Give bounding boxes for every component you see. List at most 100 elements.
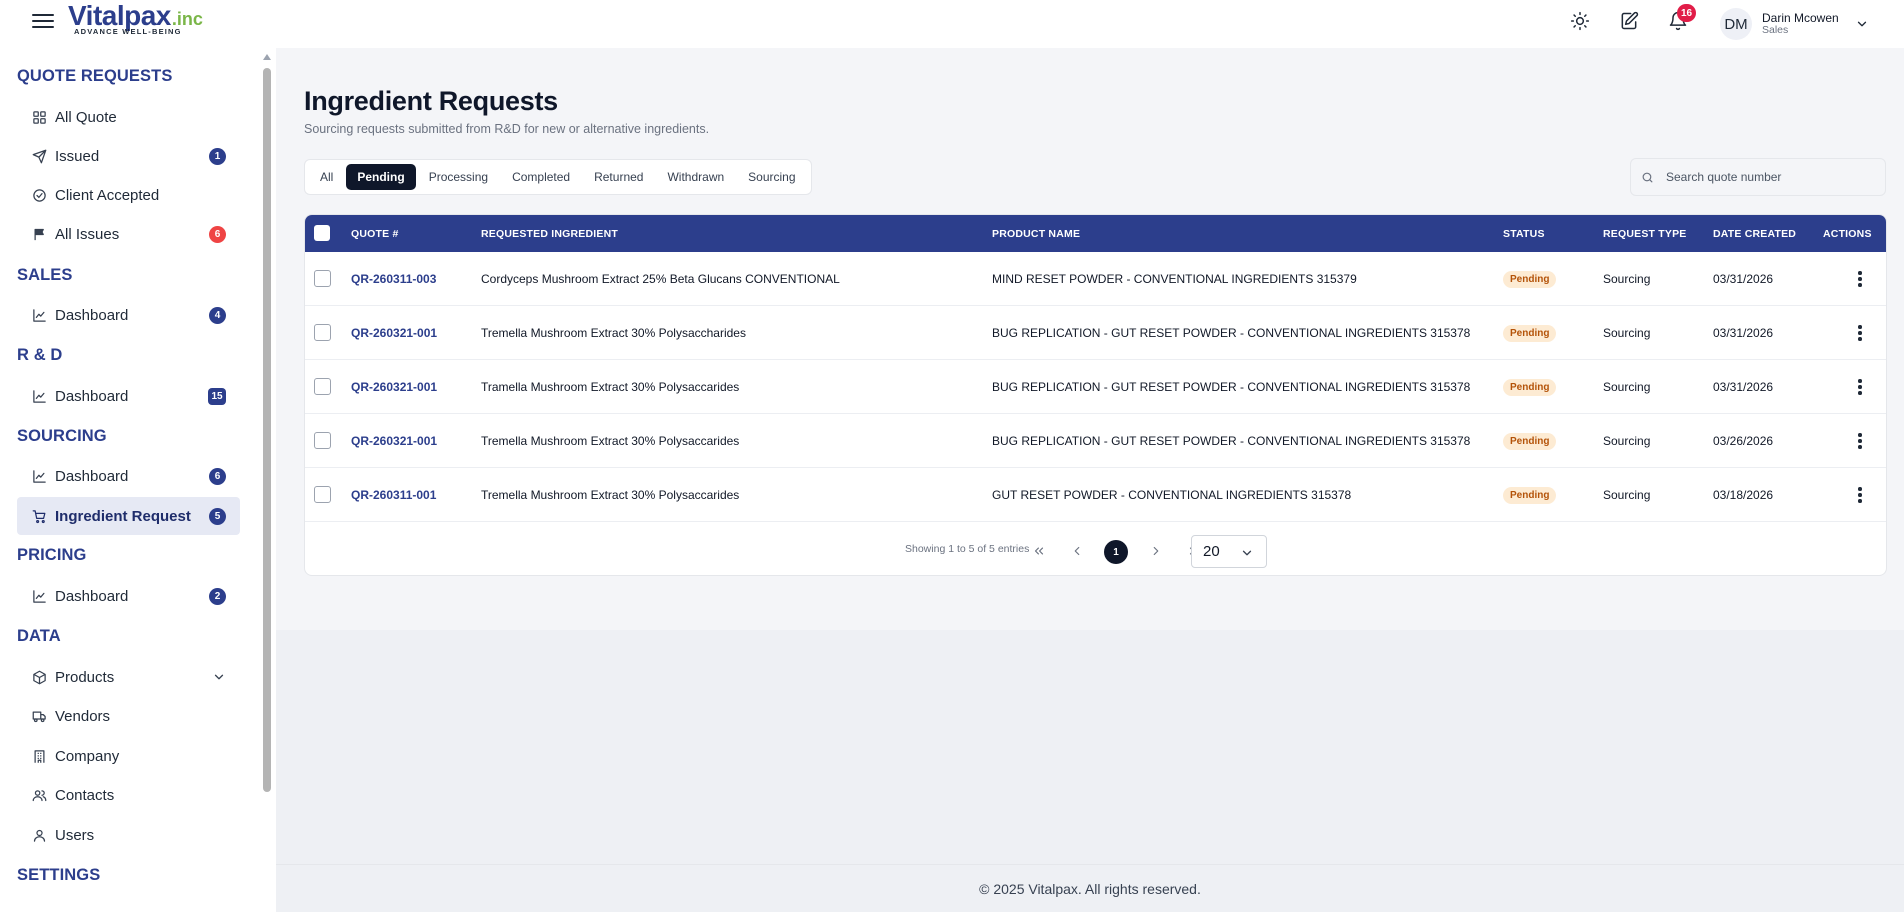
table-row[interactable]: QR-260321-001 Tremella Mushroom Extract … (305, 306, 1886, 360)
col-ingredient[interactable]: REQUESTED INGREDIENT (481, 215, 618, 252)
tab-pending[interactable]: Pending (346, 164, 416, 190)
sidebar-item-ingredient-request[interactable]: Ingredient Request 5 (17, 497, 240, 535)
sidebar-item-sales-dashboard[interactable]: Dashboard 4 (17, 296, 240, 334)
table-row[interactable]: QR-260321-001 Tramella Mushroom Extract … (305, 360, 1886, 414)
col-date-created[interactable]: DATE CREATED (1713, 215, 1796, 252)
quote-link[interactable]: QR-260321-001 (351, 434, 437, 448)
sidebar-item-users[interactable]: Users (17, 816, 240, 854)
row-checkbox[interactable] (314, 378, 331, 395)
table-row[interactable]: QR-260311-003 Cordyceps Mushroom Extract… (305, 252, 1886, 306)
logo[interactable]: Vitalpax.inc ADVANCE WELL-BEING (68, 2, 203, 36)
sidebar-item-contacts[interactable]: Contacts (17, 776, 240, 814)
date-cell: 03/31/2026 (1713, 272, 1774, 286)
page-size-select[interactable]: 20 (1191, 535, 1267, 568)
tab-withdrawn[interactable]: Withdrawn (656, 164, 735, 190)
grid-icon (31, 109, 47, 125)
quote-link[interactable]: QR-260311-001 (351, 488, 436, 502)
tab-processing[interactable]: Processing (418, 164, 499, 190)
menu-icon[interactable] (32, 10, 54, 32)
col-status[interactable]: STATUS (1503, 215, 1545, 252)
section-sales: SALES (17, 266, 73, 284)
sidebar-scrollbar[interactable] (263, 54, 272, 794)
previous-page-icon[interactable] (1069, 543, 1085, 559)
sidebar-item-all-issues[interactable]: All Issues 6 (17, 215, 240, 253)
row-checkbox[interactable] (314, 432, 331, 449)
copyright-text: © 2025 Vitalpax. All rights reserved. (979, 880, 1201, 897)
col-quote[interactable]: QUOTE # (351, 215, 399, 252)
row-checkbox[interactable] (314, 270, 331, 287)
table-header: QUOTE # REQUESTED INGREDIENT PRODUCT NAM… (305, 215, 1886, 252)
page-button-current[interactable]: 1 (1104, 540, 1128, 564)
row-checkbox[interactable] (314, 324, 331, 341)
edit-note-icon[interactable] (1618, 10, 1640, 32)
tab-completed[interactable]: Completed (501, 164, 581, 190)
scroll-up-arrow-icon[interactable] (263, 54, 271, 60)
col-actions: ACTIONS (1823, 227, 1872, 240)
cart-icon (31, 508, 47, 524)
chevron-down-icon[interactable] (212, 670, 226, 684)
more-actions-icon[interactable] (1852, 433, 1868, 449)
sidebar-item-label: Contacts (55, 786, 115, 804)
scroll-thumb[interactable] (263, 68, 271, 792)
sidebar: QUOTE REQUESTS All Quote Issued 1 Client… (0, 48, 276, 912)
request-type-cell: Sourcing (1603, 272, 1651, 286)
count-badge: 4 (209, 307, 226, 324)
more-actions-icon[interactable] (1852, 325, 1868, 341)
ingredient-cell: Cordyceps Mushroom Extract 25% Beta Gluc… (481, 272, 840, 286)
more-actions-icon[interactable] (1852, 379, 1868, 395)
search-icon (1642, 172, 1653, 182)
tab-returned[interactable]: Returned (583, 164, 654, 190)
sidebar-item-all-quote[interactable]: All Quote (17, 98, 240, 136)
quote-link[interactable]: QR-260321-001 (351, 380, 437, 394)
tab-sourcing[interactable]: Sourcing (737, 164, 806, 190)
more-actions-icon[interactable] (1852, 271, 1868, 287)
select-all-checkbox[interactable] (314, 225, 330, 241)
section-quote-requests: QUOTE REQUESTS (17, 67, 173, 85)
sidebar-item-products[interactable]: Products (17, 658, 240, 696)
product-cell: BUG REPLICATION - GUT RESET POWDER - CON… (992, 380, 1471, 394)
chevron-down-icon (1857, 21, 1866, 27)
sidebar-item-vendors[interactable]: Vendors (17, 697, 240, 735)
quote-link[interactable]: QR-260321-001 (351, 326, 437, 340)
col-request-type[interactable]: REQUEST TYPE (1603, 215, 1687, 252)
product-cell: GUT RESET POWDER - CONVENTIONAL INGREDIE… (992, 488, 1352, 502)
page-size-value: 20 (1203, 543, 1220, 560)
sidebar-item-label: Dashboard (55, 387, 129, 405)
sidebar-item-company[interactable]: Company (17, 737, 240, 775)
first-page-icon[interactable] (1031, 543, 1047, 559)
user-menu[interactable]: DM Darin Mcowen Sales (1720, 4, 1869, 44)
count-badge: 2 (209, 588, 226, 605)
row-checkbox[interactable] (314, 486, 331, 503)
theme-toggle-sun-icon[interactable] (1569, 10, 1591, 32)
date-cell: 03/18/2026 (1713, 488, 1774, 502)
sidebar-item-label: All Quote (55, 108, 117, 126)
send-icon (31, 148, 47, 164)
avatar: DM (1720, 8, 1752, 40)
search-input[interactable] (1666, 170, 1866, 184)
bell-icon[interactable]: 16 (1667, 4, 1697, 32)
table-row[interactable]: QR-260321-001 Tremella Mushroom Extract … (305, 414, 1886, 468)
table-row[interactable]: QR-260311-001 Tremella Mushroom Extract … (305, 468, 1886, 522)
more-actions-icon[interactable] (1852, 487, 1868, 503)
sidebar-item-label: Users (55, 826, 95, 844)
tab-all[interactable]: All (309, 164, 344, 190)
count-badge: 6 (209, 226, 226, 243)
request-type-cell: Sourcing (1603, 488, 1651, 502)
ingredient-cell: Tremella Mushroom Extract 30% Polysaccar… (481, 488, 740, 502)
quote-link[interactable]: QR-260311-003 (351, 272, 436, 286)
sidebar-item-sourcing-dashboard[interactable]: Dashboard 6 (17, 457, 240, 495)
logo-suffix: .inc (171, 9, 203, 29)
sidebar-item-rnd-dashboard[interactable]: Dashboard 15 (17, 377, 240, 415)
top-bar: Vitalpax.inc ADVANCE WELL-BEING 16 DM Da… (0, 0, 1904, 48)
sidebar-item-label: Dashboard (55, 587, 129, 605)
sidebar-item-issued[interactable]: Issued 1 (17, 137, 240, 175)
search-box (1630, 158, 1886, 196)
sidebar-item-pricing-dashboard[interactable]: Dashboard 2 (17, 577, 240, 615)
building-icon (31, 748, 47, 764)
section-settings: SETTINGS (17, 866, 101, 884)
footer: © 2025 Vitalpax. All rights reserved. (276, 864, 1904, 912)
next-page-icon[interactable] (1148, 543, 1164, 559)
col-product[interactable]: PRODUCT NAME (992, 215, 1080, 252)
sidebar-item-client-accepted[interactable]: Client Accepted (17, 176, 240, 214)
check-circle-icon (31, 187, 47, 203)
